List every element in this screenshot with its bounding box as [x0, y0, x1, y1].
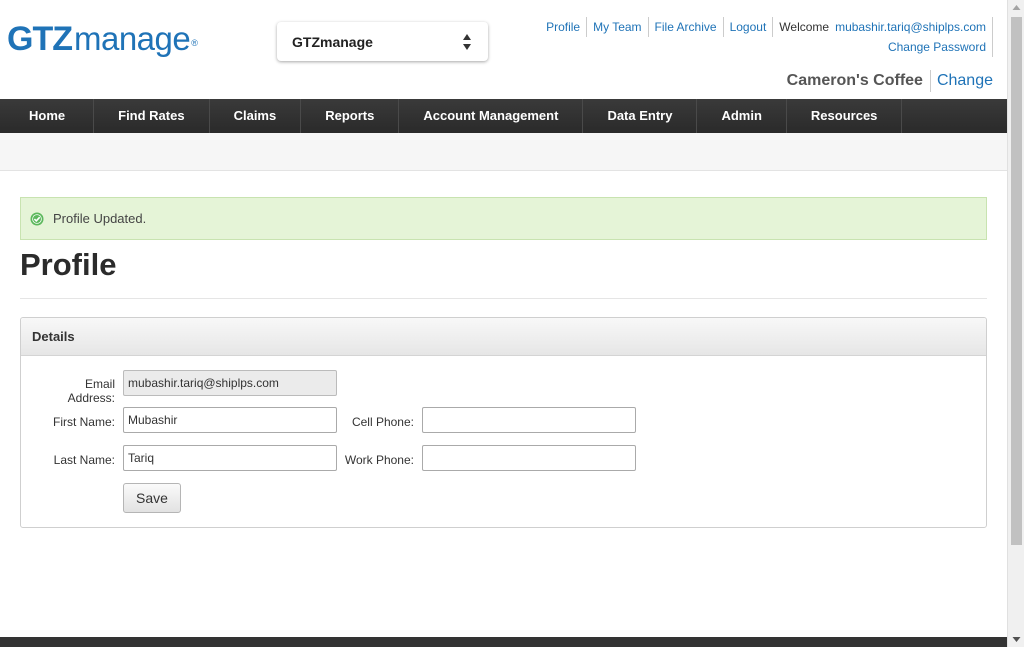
email-label: Email Address:: [67, 377, 115, 405]
work-phone-field[interactable]: [422, 445, 636, 471]
main-nav: Home Find Rates Claims Reports Account M…: [0, 99, 1007, 133]
last-name-label: Last Name:: [53, 453, 115, 467]
scroll-up-arrow-icon[interactable]: [1008, 0, 1024, 17]
nav-reports[interactable]: Reports: [301, 99, 400, 133]
sub-navbar: [0, 133, 1007, 171]
account-company-name: Cameron's Coffee: [787, 70, 931, 92]
work-phone-label: Work Phone:: [344, 453, 414, 467]
footer-bar: [0, 637, 1007, 647]
scrollbar-thumb[interactable]: [1011, 17, 1022, 545]
gtzmanage-logo[interactable]: GTZ manage ®: [7, 14, 198, 58]
nav-find-rates[interactable]: Find Rates: [94, 99, 210, 133]
my-team-link[interactable]: My Team: [587, 17, 649, 37]
logo-gtz-text: GTZ: [7, 20, 73, 58]
alert-message: Profile Updated.: [53, 211, 147, 226]
current-account: Cameron's Coffee Change: [787, 70, 993, 92]
nav-resources[interactable]: Resources: [787, 99, 903, 133]
cell-phone-label: Cell Phone:: [351, 415, 414, 429]
company-selector-value: GTZmanage: [292, 33, 373, 50]
logo-registered-mark: ®: [191, 38, 198, 48]
nav-claims[interactable]: Claims: [210, 99, 302, 133]
sort-arrows-icon: [463, 34, 471, 50]
top-user-links: Profile My Team File Archive Logout Welc…: [540, 17, 993, 37]
nav-data-entry[interactable]: Data Entry: [583, 99, 698, 133]
page-title: Profile: [20, 247, 117, 282]
title-divider: [20, 298, 987, 299]
page: GTZ manage ® GTZmanage Profile My Team F…: [0, 0, 1007, 647]
change-password-link[interactable]: Change Password: [888, 37, 993, 57]
nav-account-management[interactable]: Account Management: [399, 99, 584, 133]
save-button[interactable]: Save: [123, 483, 181, 513]
change-account-link[interactable]: Change: [931, 70, 993, 92]
file-archive-link[interactable]: File Archive: [649, 17, 724, 37]
user-email-link[interactable]: mubashir.tariq@shiplps.com: [833, 17, 993, 37]
logout-link[interactable]: Logout: [724, 17, 774, 37]
company-selector-dropdown[interactable]: GTZmanage: [277, 22, 488, 61]
vertical-scrollbar[interactable]: [1007, 0, 1024, 647]
cell-phone-field[interactable]: [422, 407, 636, 433]
check-circle-icon: [30, 212, 44, 225]
welcome-text: Welcome: [779, 20, 830, 34]
email-field[interactable]: [123, 370, 337, 396]
first-name-field[interactable]: [123, 407, 337, 433]
profile-link[interactable]: Profile: [540, 17, 588, 37]
nav-admin[interactable]: Admin: [697, 99, 787, 133]
first-name-label: First Name:: [52, 415, 115, 429]
nav-home[interactable]: Home: [0, 99, 95, 133]
last-name-field[interactable]: [123, 445, 337, 471]
details-panel-heading: Details: [21, 318, 986, 356]
scroll-down-arrow-icon[interactable]: [1008, 630, 1024, 647]
details-panel: Details Email Address: First Name: Cell …: [20, 317, 987, 528]
logo-manage-text: manage: [73, 20, 191, 57]
success-alert: Profile Updated.: [20, 197, 987, 240]
